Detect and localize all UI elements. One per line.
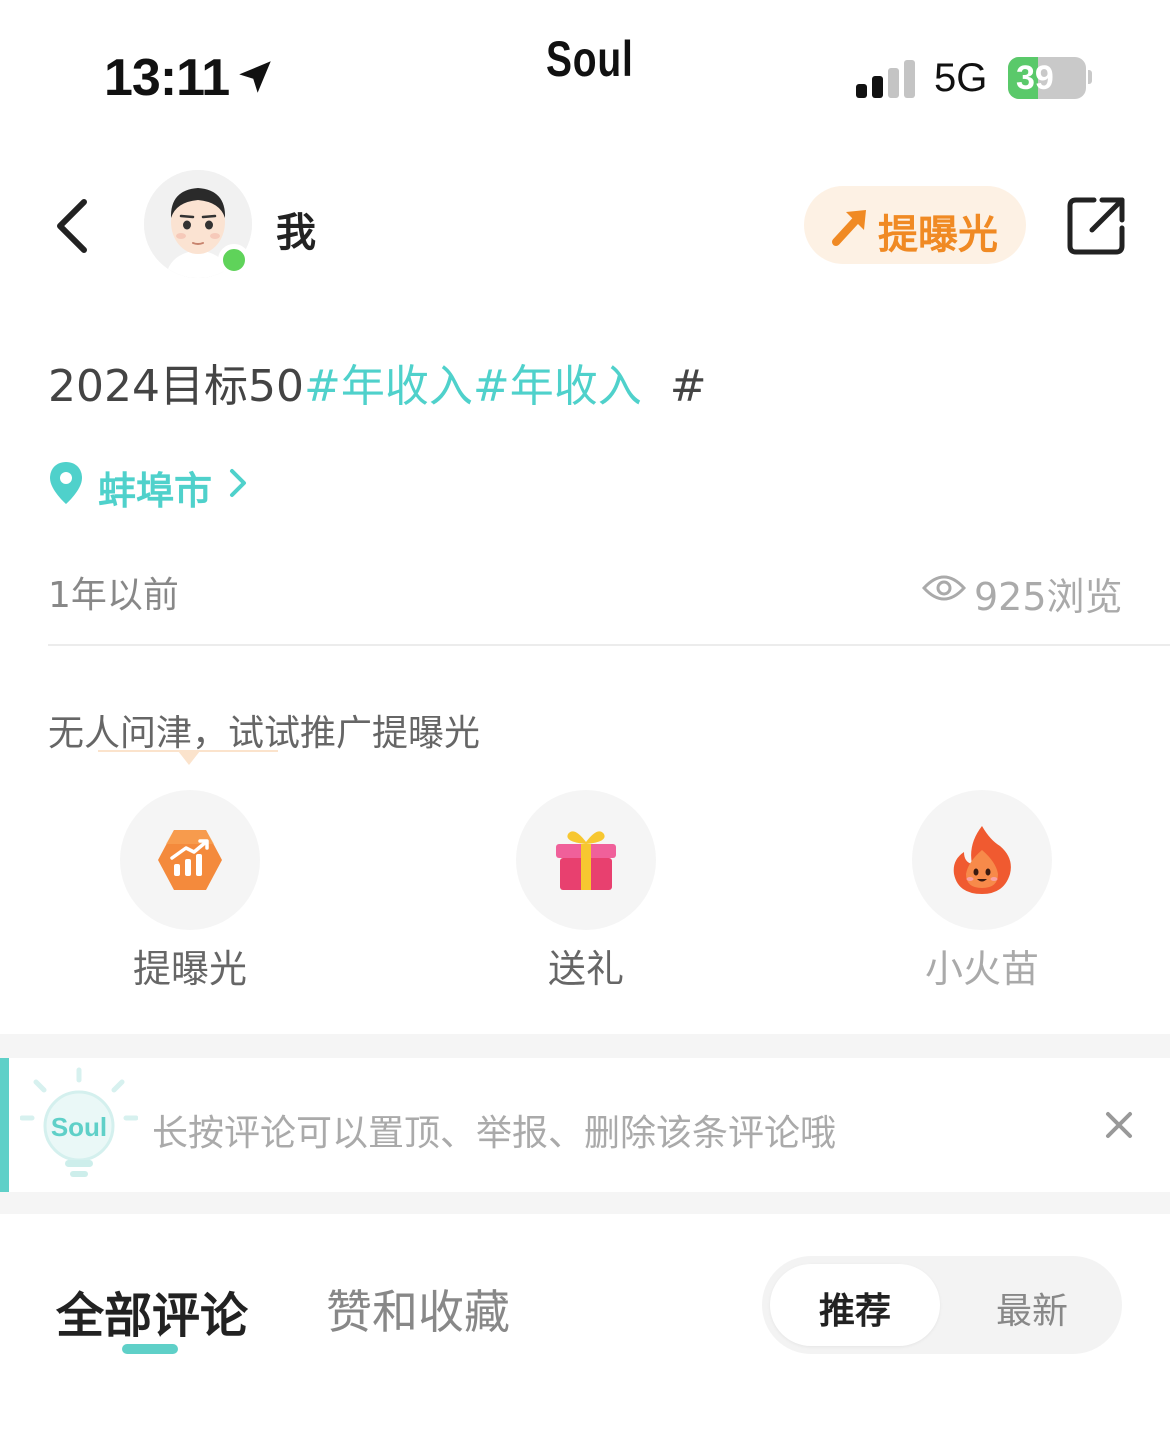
action-flame-circle: [912, 790, 1052, 930]
flame-icon: [953, 826, 1011, 894]
view-count: 925浏览: [922, 566, 1123, 619]
boost-exposure-button[interactable]: 提曝光: [804, 186, 1026, 264]
section-separator: [0, 1192, 1170, 1214]
section-separator: [0, 1034, 1170, 1058]
post-body: 2024目标50: [48, 361, 304, 412]
tip-banner: Soul 长按评论可以置顶、举报、删除该条评论哦: [0, 1058, 1170, 1192]
location-pin-icon: [50, 462, 82, 504]
view-count-text: 925浏览: [974, 575, 1123, 619]
promo-prompt: 无人问津，试试推广提曝光: [48, 713, 481, 754]
eye-icon: [922, 575, 966, 601]
tab-all-comments[interactable]: 全部评论: [56, 1276, 248, 1346]
action-boost-circle: [120, 790, 260, 930]
tip-accent-bar: [0, 1058, 9, 1192]
tab-active-indicator: [122, 1344, 178, 1354]
gift-icon: [556, 831, 616, 890]
sort-recommended-button[interactable]: 推荐: [770, 1264, 940, 1346]
post-text: 2024目标50#年收入#年收入 #: [48, 350, 707, 414]
battery-icon: 39: [1008, 57, 1086, 99]
battery-cap: [1088, 70, 1092, 84]
close-icon[interactable]: [1100, 1106, 1138, 1144]
boost-exposure-label: 提曝光: [878, 212, 998, 258]
prompt-pointer: [178, 751, 200, 765]
signal-icon: [856, 58, 916, 98]
boost-arrow-icon: [832, 210, 866, 246]
divider: [48, 644, 1170, 646]
share-icon[interactable]: [1064, 194, 1128, 258]
status-bar: 13:11 Soul 5G 39: [0, 0, 1170, 150]
status-time: 13:11: [104, 49, 230, 107]
sort-toggle: 推荐 最新: [762, 1256, 1122, 1354]
chart-up-icon: [158, 830, 222, 890]
online-status-dot: [218, 244, 250, 276]
battery-level: 39: [1016, 59, 1054, 97]
location-arrow-icon: [239, 61, 271, 93]
app-brand: Soul: [546, 31, 634, 87]
network-type: 5G: [934, 56, 988, 100]
post-time: 1年以前: [48, 575, 179, 616]
back-button[interactable]: [50, 196, 98, 256]
username: 我: [276, 210, 316, 256]
sort-latest-button[interactable]: 最新: [952, 1282, 1112, 1334]
tip-text: 长按评论可以置顶、举报、删除该条评论哦: [152, 1113, 837, 1154]
location-name: 蚌埠市: [98, 469, 213, 513]
sort-recommended-label: 推荐: [818, 1291, 891, 1332]
post-trailing: #: [641, 361, 707, 412]
lightbulb-icon: Soul: [20, 1067, 138, 1177]
tab-likes-favorites[interactable]: 赞和收藏: [326, 1276, 510, 1342]
bulb-label: Soul: [51, 1112, 107, 1142]
chevron-right-icon: [230, 469, 246, 497]
action-boost-label: 提曝光: [132, 947, 247, 991]
action-gift-circle: [516, 790, 656, 930]
hashtag-link[interactable]: #年收入: [304, 361, 473, 412]
action-flame-label: 小火苗: [924, 947, 1039, 991]
hashtag-link[interactable]: #年收入: [473, 361, 642, 412]
action-gift-label: 送礼: [547, 947, 624, 991]
